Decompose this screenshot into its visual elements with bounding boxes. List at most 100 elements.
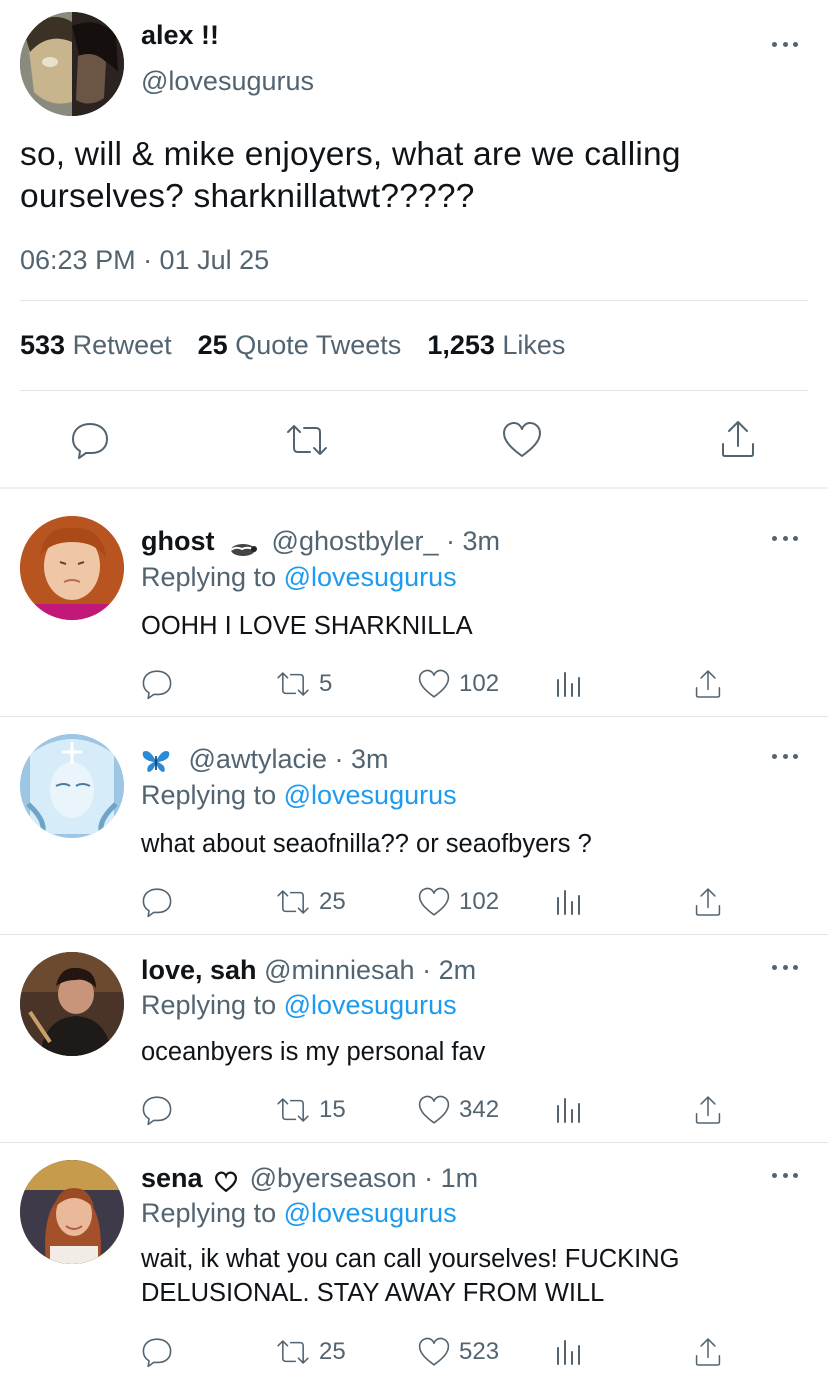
reply-action[interactable] <box>141 1094 173 1126</box>
replying-to-label: Replying to <box>141 1198 277 1228</box>
tweet-stats: 533 Retweet 25 Quote Tweets 1,253 Likes <box>20 330 565 361</box>
divider <box>20 390 808 391</box>
reply-icon[interactable] <box>141 886 173 918</box>
reply-action[interactable] <box>141 886 173 918</box>
retweet-action[interactable]: 15 <box>275 1094 346 1126</box>
replying-to: Replying to @lovesugurus <box>141 562 457 593</box>
share-icon[interactable] <box>693 1094 723 1126</box>
share-icon[interactable] <box>693 1336 723 1368</box>
reply-author-handle[interactable]: @awtylacie <box>189 744 327 774</box>
reply-time[interactable]: · 3m <box>446 526 500 556</box>
retweet-action[interactable]: 25 <box>275 886 346 918</box>
replying-to-handle[interactable]: @lovesugurus <box>284 990 457 1020</box>
avatar[interactable] <box>20 952 124 1056</box>
like-icon[interactable] <box>501 420 543 460</box>
reply-time[interactable]: · 2m <box>422 955 476 985</box>
replying-to-handle[interactable]: @lovesugurus <box>284 1198 457 1228</box>
replying-to-handle[interactable]: @lovesugurus <box>284 562 457 592</box>
retweet-icon[interactable] <box>275 1336 311 1368</box>
like-icon[interactable] <box>417 668 451 700</box>
reply-tweet[interactable]: sena @byerseason · 1m Replying to @loves… <box>0 1143 828 1378</box>
reply-text: what about seaofnilla?? or seaofbyers ? <box>141 830 592 858</box>
reply-author-handle[interactable]: @ghostbyler_ <box>272 526 439 556</box>
reply-icon[interactable] <box>141 1336 173 1368</box>
reply-author-name[interactable]: ghost <box>141 526 215 556</box>
more-options-icon[interactable] <box>772 1173 798 1181</box>
retweet-action[interactable]: 5 <box>275 668 332 700</box>
likes-stat[interactable]: 1,253 Likes <box>427 330 565 361</box>
analytics-icon[interactable] <box>555 670 583 698</box>
analytics-icon[interactable] <box>555 888 583 916</box>
like-action[interactable]: 523 <box>417 1336 499 1368</box>
quote-count: 25 <box>197 330 228 360</box>
author-name[interactable]: alex !! <box>141 20 219 51</box>
replying-to-label: Replying to <box>141 990 277 1020</box>
retweet-icon[interactable] <box>284 420 330 460</box>
reply-header: @awtylacie · 3m <box>141 744 389 775</box>
like-count: 523 <box>459 1338 500 1365</box>
reply-icon[interactable] <box>70 420 110 460</box>
reply-icon[interactable] <box>141 668 173 700</box>
badger-emoji-icon <box>228 534 258 556</box>
reply-tweet[interactable]: ghost @ghostbyler_ · 3m Replying to @lov… <box>0 489 828 717</box>
more-options-icon[interactable] <box>772 536 798 544</box>
avatar[interactable] <box>20 516 124 620</box>
retweet-icon[interactable] <box>275 668 311 700</box>
reply-tweet[interactable]: @awtylacie · 3m Replying to @lovesugurus… <box>0 717 828 935</box>
like-count: 102 <box>459 888 500 915</box>
retweet-action[interactable]: 25 <box>275 1336 346 1368</box>
share-icon[interactable] <box>693 668 723 700</box>
retweet-count: 15 <box>319 1096 346 1123</box>
retweet-icon[interactable] <box>275 886 311 918</box>
replying-to: Replying to @lovesugurus <box>141 1198 457 1229</box>
reply-author-name[interactable]: sena <box>141 1163 203 1193</box>
reply-time[interactable]: · 3m <box>335 744 389 774</box>
avatar-image <box>20 516 124 620</box>
retweet-count: 5 <box>319 670 333 697</box>
like-icon[interactable] <box>417 886 451 918</box>
avatar-image <box>20 734 124 838</box>
likes-label: Likes <box>502 330 566 360</box>
share-icon[interactable] <box>693 886 723 918</box>
avatar-image <box>20 1160 124 1264</box>
reply-header: ghost @ghostbyler_ · 3m <box>141 526 500 557</box>
reply-author-handle[interactable]: @byerseason <box>250 1163 417 1193</box>
avatar[interactable] <box>20 1160 124 1264</box>
like-icon[interactable] <box>417 1094 451 1126</box>
reply-icon[interactable] <box>141 1094 173 1126</box>
replying-to-handle[interactable]: @lovesugurus <box>284 780 457 810</box>
more-options-icon[interactable] <box>772 42 798 50</box>
like-action[interactable]: 102 <box>417 668 499 700</box>
more-options-icon[interactable] <box>772 754 798 762</box>
reply-header: love, sah @minniesah · 2m <box>141 955 476 986</box>
reply-action[interactable] <box>141 1336 173 1368</box>
reply-author-handle[interactable]: @minniesah <box>264 955 414 985</box>
retweet-icon[interactable] <box>275 1094 311 1126</box>
like-action[interactable]: 342 <box>417 1094 499 1126</box>
tweet-timestamp[interactable]: 06:23 PM · 01 Jul 25 <box>20 245 269 276</box>
retweet-stat[interactable]: 533 Retweet <box>20 330 172 361</box>
quote-stat[interactable]: 25 Quote Tweets <box>198 330 402 361</box>
heart-emoji-icon <box>214 1169 238 1193</box>
quote-label: Quote Tweets <box>235 330 402 360</box>
reply-header: sena @byerseason · 1m <box>141 1163 478 1194</box>
avatar[interactable] <box>20 734 124 838</box>
reply-text: OOHH I LOVE SHARKNILLA <box>141 612 473 640</box>
like-icon[interactable] <box>417 1336 451 1368</box>
reply-author-name[interactable]: love, sah <box>141 955 257 985</box>
retweet-label: Retweet <box>72 330 172 360</box>
replying-to: Replying to @lovesugurus <box>141 780 457 811</box>
avatar[interactable] <box>20 12 124 116</box>
analytics-icon[interactable] <box>555 1338 583 1366</box>
like-count: 342 <box>459 1096 500 1123</box>
analytics-icon[interactable] <box>555 1096 583 1124</box>
like-action[interactable]: 102 <box>417 886 499 918</box>
like-count: 102 <box>459 670 500 697</box>
more-options-icon[interactable] <box>772 965 798 973</box>
replying-to: Replying to @lovesugurus <box>141 990 457 1021</box>
share-icon[interactable] <box>719 418 757 460</box>
author-handle[interactable]: @lovesugurus <box>141 66 314 97</box>
reply-tweet[interactable]: love, sah @minniesah · 2m Replying to @l… <box>0 935 828 1143</box>
reply-action[interactable] <box>141 668 173 700</box>
reply-time[interactable]: · 1m <box>424 1163 478 1193</box>
